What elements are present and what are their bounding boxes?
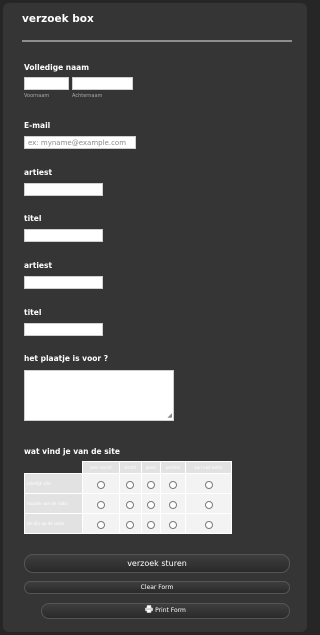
- submit-button-label: verzoek sturen: [127, 559, 187, 568]
- title-divider: [22, 40, 292, 42]
- matrix-cell: [185, 493, 232, 514]
- rating-radio[interactable]: [126, 500, 135, 509]
- last-name-input[interactable]: [72, 77, 133, 90]
- title-input-2[interactable]: [24, 323, 103, 336]
- artist-input-2[interactable]: [24, 276, 103, 289]
- matrix-col-header: goed: [140, 461, 161, 474]
- matrix-cell: [159, 493, 187, 514]
- matrix-row: de dj's op de radio: [24, 513, 232, 534]
- matrix-corner: [24, 461, 83, 474]
- matrix-cell: [118, 513, 142, 534]
- dedication-textarea[interactable]: ◢: [24, 370, 174, 421]
- matrix-col-header: kan niet beter: [185, 461, 232, 474]
- title-label-1: titel: [24, 214, 42, 223]
- rating-radio[interactable]: [204, 500, 213, 509]
- rating-radio[interactable]: [126, 520, 135, 529]
- form-panel: verzoek box Volledige naam Voornaam Acht…: [3, 3, 307, 632]
- title-input-1[interactable]: [24, 229, 103, 242]
- full-name-label: Volledige naam: [24, 63, 90, 72]
- rating-radio[interactable]: [146, 480, 155, 489]
- matrix-cell: [118, 493, 142, 514]
- rating-label: wat vind je van de site: [24, 447, 120, 456]
- artist-label-1: artiest: [24, 168, 53, 177]
- matrix-cell: [140, 513, 161, 534]
- form-title: verzoek box: [22, 13, 94, 25]
- printer-icon: [145, 605, 153, 613]
- rating-radio[interactable]: [126, 480, 135, 489]
- submit-button[interactable]: verzoek sturen: [24, 554, 290, 573]
- clear-form-button[interactable]: Clear Form: [24, 581, 290, 594]
- print-form-button[interactable]: Print Form: [41, 603, 290, 619]
- rating-radio[interactable]: [204, 480, 213, 489]
- matrix-cell: [185, 473, 232, 494]
- matrix-row: muziek van de radio: [24, 493, 232, 514]
- clear-form-button-label: Clear Form: [140, 584, 174, 591]
- artist-input-1[interactable]: [24, 183, 103, 196]
- rating-radio[interactable]: [146, 520, 155, 529]
- matrix-cell: [159, 513, 187, 534]
- email-label: E-mail: [24, 121, 51, 130]
- matrix-cell: [159, 473, 187, 494]
- rating-radio[interactable]: [168, 520, 177, 529]
- artist-label-2: artiest: [24, 261, 53, 270]
- first-name-sublabel: Voornaam: [24, 93, 50, 99]
- matrix-cell: [82, 473, 120, 494]
- matrix-col-header: zeer slecht: [82, 461, 120, 474]
- matrix-row-label: de dj's op de radio: [24, 513, 83, 534]
- rating-radio[interactable]: [96, 500, 105, 509]
- matrix-col-header: perfect: [159, 461, 187, 474]
- email-input[interactable]: ex: myname@example.com: [24, 136, 136, 149]
- rating-radio[interactable]: [168, 480, 177, 489]
- title-label-2: titel: [24, 308, 42, 317]
- rating-radio[interactable]: [204, 520, 213, 529]
- rating-radio[interactable]: [168, 500, 177, 509]
- rating-radio[interactable]: [96, 480, 105, 489]
- rating-radio[interactable]: [96, 520, 105, 529]
- matrix-cell: [140, 493, 161, 514]
- matrix-cell: [82, 513, 120, 534]
- matrix-cell: [185, 513, 232, 534]
- dedication-label: het plaatje is voor ?: [24, 354, 109, 363]
- matrix-cell: [118, 473, 142, 494]
- matrix-row: uiterlijk site: [24, 473, 232, 494]
- rating-radio[interactable]: [146, 500, 155, 509]
- matrix-cell: [140, 473, 161, 494]
- matrix-row-label: muziek van de radio: [24, 493, 83, 514]
- rating-matrix: zeer slecht slecht goed perfect kan niet…: [24, 461, 232, 534]
- matrix-row-label: uiterlijk site: [24, 473, 83, 494]
- print-form-button-label: Print Form: [155, 607, 186, 614]
- resize-handle-icon[interactable]: ◢: [167, 413, 172, 419]
- last-name-sublabel: Achternaam: [72, 93, 103, 99]
- first-name-input[interactable]: [24, 77, 69, 90]
- matrix-cell: [82, 493, 120, 514]
- matrix-col-header: slecht: [118, 461, 142, 474]
